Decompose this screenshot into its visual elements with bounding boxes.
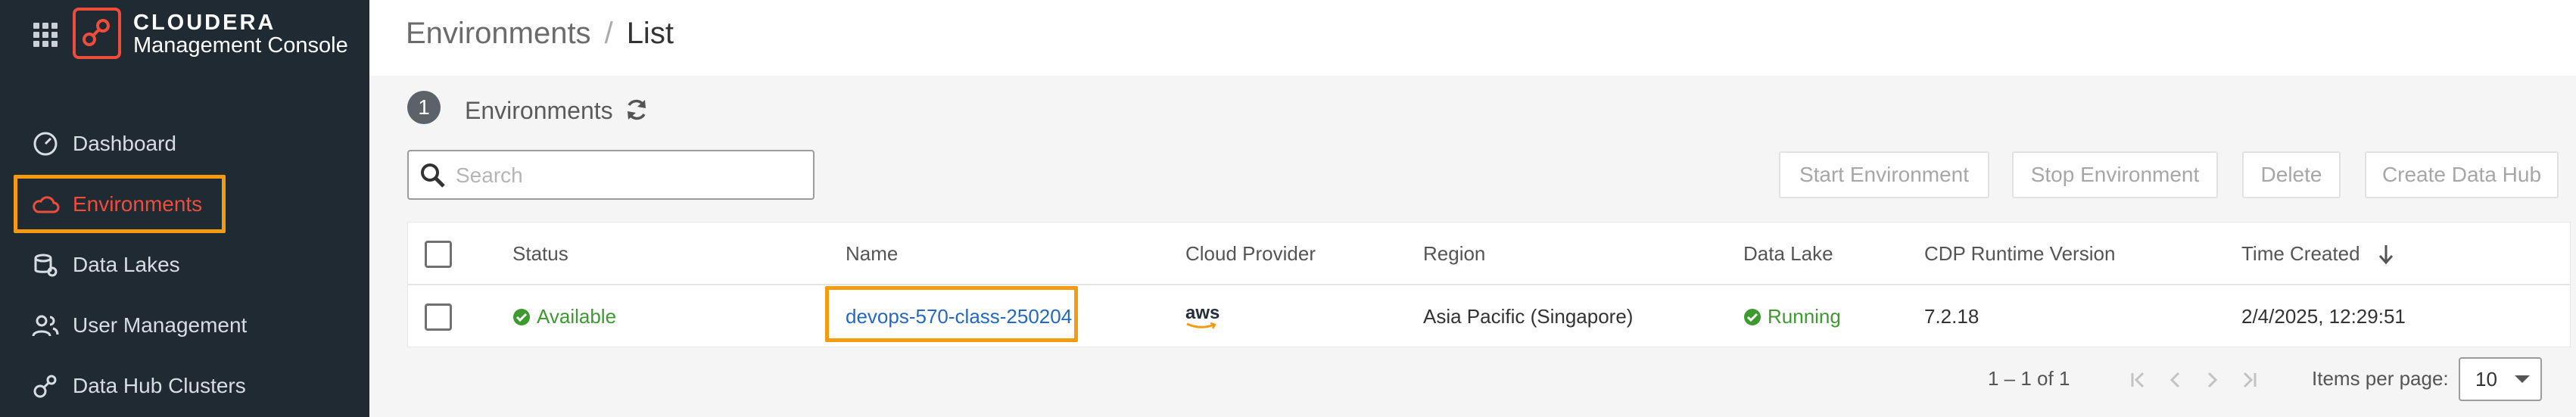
stop-environment-button[interactable]: Stop Environment <box>2012 151 2218 198</box>
sidebar-item-environments[interactable]: Environments <box>30 186 202 223</box>
brand-subtitle: Management Console <box>133 33 348 58</box>
sidebar-item-label: Data Hub Clusters <box>73 374 246 397</box>
status-cell: Available <box>512 285 616 348</box>
breadcrumb: Environments / List <box>406 17 674 51</box>
column-header-data-lake[interactable]: Data Lake <box>1743 223 1833 285</box>
column-header-region[interactable]: Region <box>1423 223 1485 285</box>
dashboard-gauge-icon <box>30 129 61 159</box>
search-icon <box>419 162 447 189</box>
time-created-cell: 2/4/2025, 12:29:51 <box>2241 305 2406 328</box>
data-lake-status-text: Running <box>1768 305 1841 328</box>
delete-button[interactable]: Delete <box>2242 151 2341 198</box>
users-icon <box>30 310 61 341</box>
table-row[interactable]: Available devops-570-class-250204 aws As… <box>408 285 2570 348</box>
sidebar-item-label: User Management <box>73 313 248 337</box>
section-title: Environments <box>465 97 613 124</box>
sidebar: CLOUDERA Management Console Dashboard En… <box>0 0 369 417</box>
check-circle-icon <box>513 308 530 325</box>
next-page-icon[interactable] <box>2198 366 2226 394</box>
sidebar-item-label: Environments <box>73 192 203 216</box>
sidebar-item-data-lakes[interactable]: Data Lakes <box>30 247 180 283</box>
clusters-icon <box>30 371 61 401</box>
name-highlight-box <box>825 286 1078 342</box>
breadcrumb-current: List <box>626 17 674 50</box>
column-header-status[interactable]: Status <box>512 223 568 285</box>
cloudera-logo-icon <box>73 8 121 59</box>
column-header-label: Time Created <box>2241 242 2360 265</box>
environment-count-badge: 1 <box>407 91 441 124</box>
app-launcher-icon[interactable] <box>33 23 58 47</box>
data-lakes-icon <box>30 250 61 280</box>
aws-logo-text: aws <box>1185 302 1220 323</box>
column-header-cloud-provider[interactable]: Cloud Provider <box>1185 223 1316 285</box>
search-field[interactable] <box>407 150 815 200</box>
environments-table: Status Name Cloud Provider Region Data L… <box>407 222 2571 347</box>
column-header-time-created[interactable]: Time Created <box>2241 223 2395 285</box>
sidebar-item-label: Data Lakes <box>73 253 180 276</box>
items-per-page-select[interactable]: 10 <box>2459 357 2542 401</box>
sidebar-item-label: Dashboard <box>73 132 176 155</box>
column-header-name[interactable]: Name <box>846 223 898 285</box>
items-per-page-label: Items per page: <box>2312 366 2449 390</box>
page-header: Environments / List <box>369 0 2576 76</box>
table-header: Status Name Cloud Provider Region Data L… <box>408 223 2570 285</box>
sidebar-item-dashboard[interactable]: Dashboard <box>30 126 176 162</box>
aws-logo-icon: aws <box>1185 302 1220 329</box>
cloud-icon <box>30 189 61 219</box>
breadcrumb-environments-link[interactable]: Environments <box>406 17 591 50</box>
first-page-icon[interactable] <box>2126 366 2153 394</box>
data-lake-cell: Running <box>1743 285 1841 348</box>
select-all-checkbox[interactable] <box>425 240 452 268</box>
breadcrumb-separator: / <box>604 17 613 50</box>
region-cell: Asia Pacific (Singapore) <box>1423 305 1634 328</box>
column-header-cdp-runtime-version[interactable]: CDP Runtime Version <box>1924 223 2115 285</box>
items-per-page-value: 10 <box>2475 367 2497 391</box>
cloud-provider-cell: aws <box>1185 285 1219 348</box>
brand-name: CLOUDERA <box>133 11 276 35</box>
pagination-range: 1 – 1 of 1 <box>1988 366 2070 390</box>
last-page-icon[interactable] <box>2235 366 2262 394</box>
sort-descending-icon <box>2377 243 2395 266</box>
check-circle-icon <box>1744 308 1761 325</box>
chevron-down-icon <box>2515 375 2530 383</box>
sidebar-item-user-management[interactable]: User Management <box>30 307 247 344</box>
refresh-icon[interactable] <box>624 97 651 124</box>
start-environment-button[interactable]: Start Environment <box>1779 151 1989 198</box>
search-input[interactable] <box>456 160 804 191</box>
runtime-version-cell: 7.2.18 <box>1924 305 1980 328</box>
create-data-hub-button[interactable]: Create Data Hub <box>2365 151 2559 198</box>
status-text: Available <box>537 305 617 328</box>
previous-page-icon[interactable] <box>2162 366 2189 394</box>
row-checkbox[interactable] <box>425 303 452 331</box>
sidebar-item-data-hub-clusters[interactable]: Data Hub Clusters <box>30 368 246 404</box>
